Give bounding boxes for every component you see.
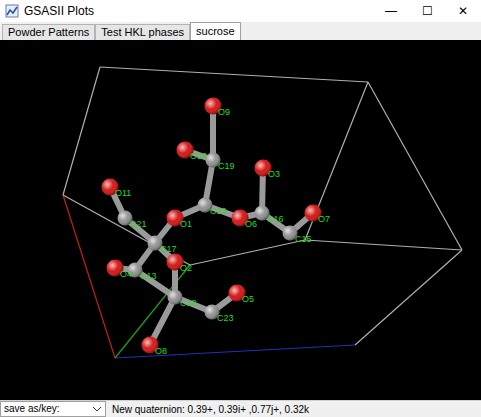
atom-label: O9 [218, 107, 230, 117]
atom[interactable]: O11 [102, 179, 132, 199]
atom-label: C17 [160, 244, 177, 254]
atom-label: C19 [218, 161, 235, 171]
atom[interactable]: O3 [255, 160, 281, 180]
close-button[interactable]: ✕ [445, 0, 481, 22]
atom[interactable]: C21 [118, 211, 147, 230]
atom[interactable]: O7 [305, 205, 331, 225]
atom-label: C18 [180, 298, 197, 308]
atom-label: C16 [267, 214, 284, 224]
bonds [110, 106, 313, 345]
atom[interactable]: O6 [232, 210, 258, 230]
atom-label: C12 [210, 206, 227, 216]
atom[interactable]: O2 [167, 254, 193, 274]
tab[interactable]: Test HKL phases [95, 24, 190, 40]
atom[interactable]: O5 [229, 285, 255, 305]
atom[interactable]: C15 [283, 226, 312, 245]
atom-label: O3 [268, 169, 280, 179]
atom[interactable]: C23 [205, 305, 234, 324]
atom-label: C13 [140, 271, 157, 281]
atom-label: O6 [245, 219, 257, 229]
tab[interactable]: Powder Patterns [2, 24, 95, 40]
atom-label: C23 [217, 313, 234, 323]
window-title: GSASII Plots [24, 2, 373, 20]
dropdown-arrow-icon [92, 405, 102, 413]
minimize-button[interactable]: — [373, 0, 409, 22]
plot-canvas[interactable]: O9 O10 C19 O3 C12 O1 O6 C16 O7 C15 O11 C21 C17O2 C13 O… [0, 40, 481, 400]
app-icon [5, 4, 19, 18]
atom[interactable]: C16 [255, 206, 284, 225]
save-dropdown[interactable]: save as/key: [0, 401, 106, 417]
atom[interactable]: O8 [142, 337, 168, 357]
atom-label: O5 [242, 294, 254, 304]
maximize-button[interactable]: ☐ [409, 0, 445, 22]
title-bar: GSASII Plots —☐✕ [0, 0, 481, 22]
atom-label: O11 [115, 188, 131, 198]
atom-label: C21 [130, 219, 147, 229]
atom[interactable]: C12 [198, 198, 227, 217]
status-message: New quaternion: 0.39+, 0.39i+ ,0.77j+, 0… [112, 402, 309, 417]
atom-label: O8 [155, 346, 167, 356]
atom-label: O2 [180, 263, 192, 273]
atom[interactable]: O9 [205, 98, 231, 118]
atom[interactable]: C19 [206, 153, 235, 172]
unit-cell [63, 67, 462, 358]
atom-label: O10 [190, 151, 207, 161]
atom-label: C15 [295, 234, 312, 244]
atom[interactable]: O10 [177, 142, 208, 162]
atom-label: O4 [120, 269, 132, 279]
atom[interactable]: C17 [148, 236, 177, 255]
tab[interactable]: sucrose [190, 22, 241, 40]
atom[interactable]: O1 [167, 210, 193, 230]
atom-label: O1 [180, 219, 192, 229]
atom[interactable]: C18 [168, 290, 197, 309]
atom[interactable]: O4 [107, 260, 133, 280]
tab-bar: Powder PatternsTest HKL phasessucrose [0, 22, 481, 40]
status-bar: save as/key: New quaternion: 0.39+, 0.39… [0, 400, 481, 417]
atom-label: O7 [318, 214, 330, 224]
